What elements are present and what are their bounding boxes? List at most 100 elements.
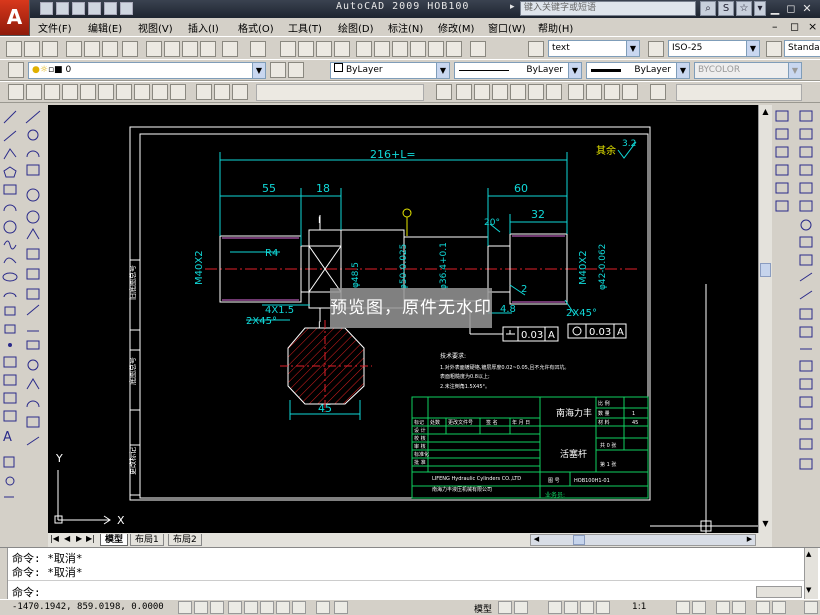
tab-model[interactable]: 模型 (100, 534, 129, 546)
undo-tool-icon[interactable] (222, 41, 238, 57)
tool-slot-5[interactable] (80, 84, 96, 100)
empty-select-2[interactable] (676, 84, 802, 101)
menu-edit[interactable]: 编辑(E) (88, 20, 122, 35)
copy-icon[interactable] (146, 41, 162, 57)
grid-toggle[interactable] (194, 601, 208, 614)
chevron-down-icon[interactable]: ▼ (436, 63, 449, 78)
linetype-select[interactable]: ByLayer ▼ (454, 62, 582, 79)
left-tool-icons[interactable]: A (0, 105, 48, 547)
close-icon[interactable]: ✕ (800, 2, 814, 16)
minimize-icon[interactable]: ▁ (768, 2, 782, 16)
auto-scale-icon[interactable] (692, 601, 706, 614)
annotation-scale[interactable]: 1:1 (632, 602, 646, 612)
layer-manager-icon[interactable] (8, 62, 24, 78)
doc-restore-icon[interactable]: ◻ (790, 20, 799, 33)
tool-slot-19[interactable] (528, 84, 544, 100)
tool-slot-13[interactable] (232, 84, 248, 100)
cut-icon[interactable] (122, 41, 138, 57)
layer-previous-icon[interactable] (288, 62, 304, 78)
publish-icon[interactable] (102, 41, 118, 57)
tool-slot-11[interactable] (196, 84, 212, 100)
dyn-toggle[interactable] (292, 601, 306, 614)
chevron-down-icon[interactable]: ▼ (676, 63, 689, 78)
zoom-realtime-icon[interactable] (298, 41, 314, 57)
tool-slot-16[interactable] (474, 84, 490, 100)
tool-slot-20[interactable] (546, 84, 562, 100)
paste-icon[interactable] (164, 41, 180, 57)
make-current-icon[interactable] (270, 62, 286, 78)
pan-status-icon[interactable] (548, 601, 562, 614)
new-icon[interactable] (40, 2, 53, 15)
chevron-down-icon[interactable]: ▼ (568, 63, 581, 78)
tool-slot-7[interactable] (116, 84, 132, 100)
sheetset-icon[interactable] (410, 41, 426, 57)
communication-icon[interactable]: S (718, 1, 734, 16)
tool-slot-14[interactable] (436, 84, 452, 100)
restore-icon[interactable]: ◻ (784, 2, 798, 16)
search-input[interactable]: 键入关键字或短语 (520, 1, 696, 16)
menu-insert[interactable]: 插入(I) (188, 20, 219, 35)
empty-select[interactable] (256, 84, 424, 101)
preview-icon[interactable] (84, 41, 100, 57)
menu-view[interactable]: 视图(V) (138, 20, 173, 35)
plot-icon[interactable] (66, 41, 82, 57)
tab-nav-first-icon[interactable]: |◀ (50, 534, 59, 543)
horizontal-scrollbar[interactable]: ◀ ▶ (530, 534, 756, 546)
tool-slot-2[interactable] (26, 84, 42, 100)
text-style-icon[interactable] (528, 41, 544, 57)
menu-modify[interactable]: 修改(M) (438, 20, 474, 35)
cmd-hscroll[interactable] (756, 586, 802, 598)
cmd-scroll-up-icon[interactable]: ▲ (806, 550, 811, 558)
lwt-toggle[interactable] (316, 601, 330, 614)
tool-slot-3[interactable] (44, 84, 60, 100)
scroll-right-icon[interactable]: ▶ (744, 535, 755, 545)
scroll-left-icon[interactable]: ◀ (531, 535, 542, 545)
menu-tools[interactable]: 工具(T) (288, 20, 322, 35)
save-file-icon[interactable] (42, 41, 58, 57)
block-editor-icon[interactable] (200, 41, 216, 57)
vertical-scrollbar[interactable]: ▲ ▼ (758, 105, 772, 533)
markup-icon[interactable] (428, 41, 444, 57)
tool-slot-12[interactable] (214, 84, 230, 100)
tool-slot-15[interactable] (456, 84, 472, 100)
doc-close-icon[interactable]: × (808, 20, 817, 33)
ortho-toggle[interactable] (210, 601, 224, 614)
qp-toggle[interactable] (334, 601, 348, 614)
command-prompt[interactable]: 命令: (12, 584, 41, 600)
menu-draw[interactable]: 绘图(D) (338, 20, 374, 35)
scroll-up-icon[interactable]: ▲ (760, 107, 771, 118)
tool-slot-1[interactable] (8, 84, 24, 100)
scroll-down-icon[interactable]: ▼ (760, 519, 771, 530)
layer-select[interactable]: ●☼▫■ 0 ▼ (28, 62, 266, 79)
layout-quick-view-icon[interactable] (498, 601, 512, 614)
properties-icon[interactable] (356, 41, 372, 57)
coordinate-readout[interactable]: -1470.1942, 859.0198, 0.0000 (12, 602, 164, 612)
snap-toggle[interactable] (178, 601, 192, 614)
table-style-select[interactable]: Standar (784, 40, 820, 57)
tool-slot-9[interactable] (152, 84, 168, 100)
tab-nav-next-icon[interactable]: ▶ (76, 534, 82, 543)
zoom-window-icon[interactable] (316, 41, 332, 57)
tab-layout2[interactable]: 布局2 (168, 534, 202, 546)
model-space-label[interactable]: 模型 (474, 602, 492, 615)
expand-arrow-icon[interactable]: ▸ (510, 2, 515, 12)
menu-help[interactable]: 帮助(H) (538, 20, 573, 35)
zoom-previous-icon[interactable] (334, 41, 350, 57)
tool-slot-22[interactable] (586, 84, 602, 100)
annotation-visibility-icon[interactable] (676, 601, 690, 614)
polar-toggle[interactable] (228, 601, 242, 614)
tool-slot-24[interactable] (622, 84, 638, 100)
search-icon[interactable]: ⌕ (700, 1, 716, 16)
dim-style-icon[interactable] (648, 41, 664, 57)
command-scrollbar[interactable]: ▲ ▼ (804, 548, 818, 600)
qnew-icon[interactable] (6, 41, 22, 57)
status-menu-icon[interactable] (804, 601, 818, 614)
redo-icon[interactable] (120, 2, 133, 15)
pan-icon[interactable] (280, 41, 296, 57)
drawing-quick-view-icon[interactable] (514, 601, 528, 614)
command-grip[interactable] (0, 548, 8, 600)
print-icon[interactable] (88, 2, 101, 15)
chevron-down-icon[interactable]: ▼ (626, 41, 639, 56)
tool-slot-25[interactable] (650, 84, 666, 100)
tool-slot-4[interactable] (62, 84, 78, 100)
